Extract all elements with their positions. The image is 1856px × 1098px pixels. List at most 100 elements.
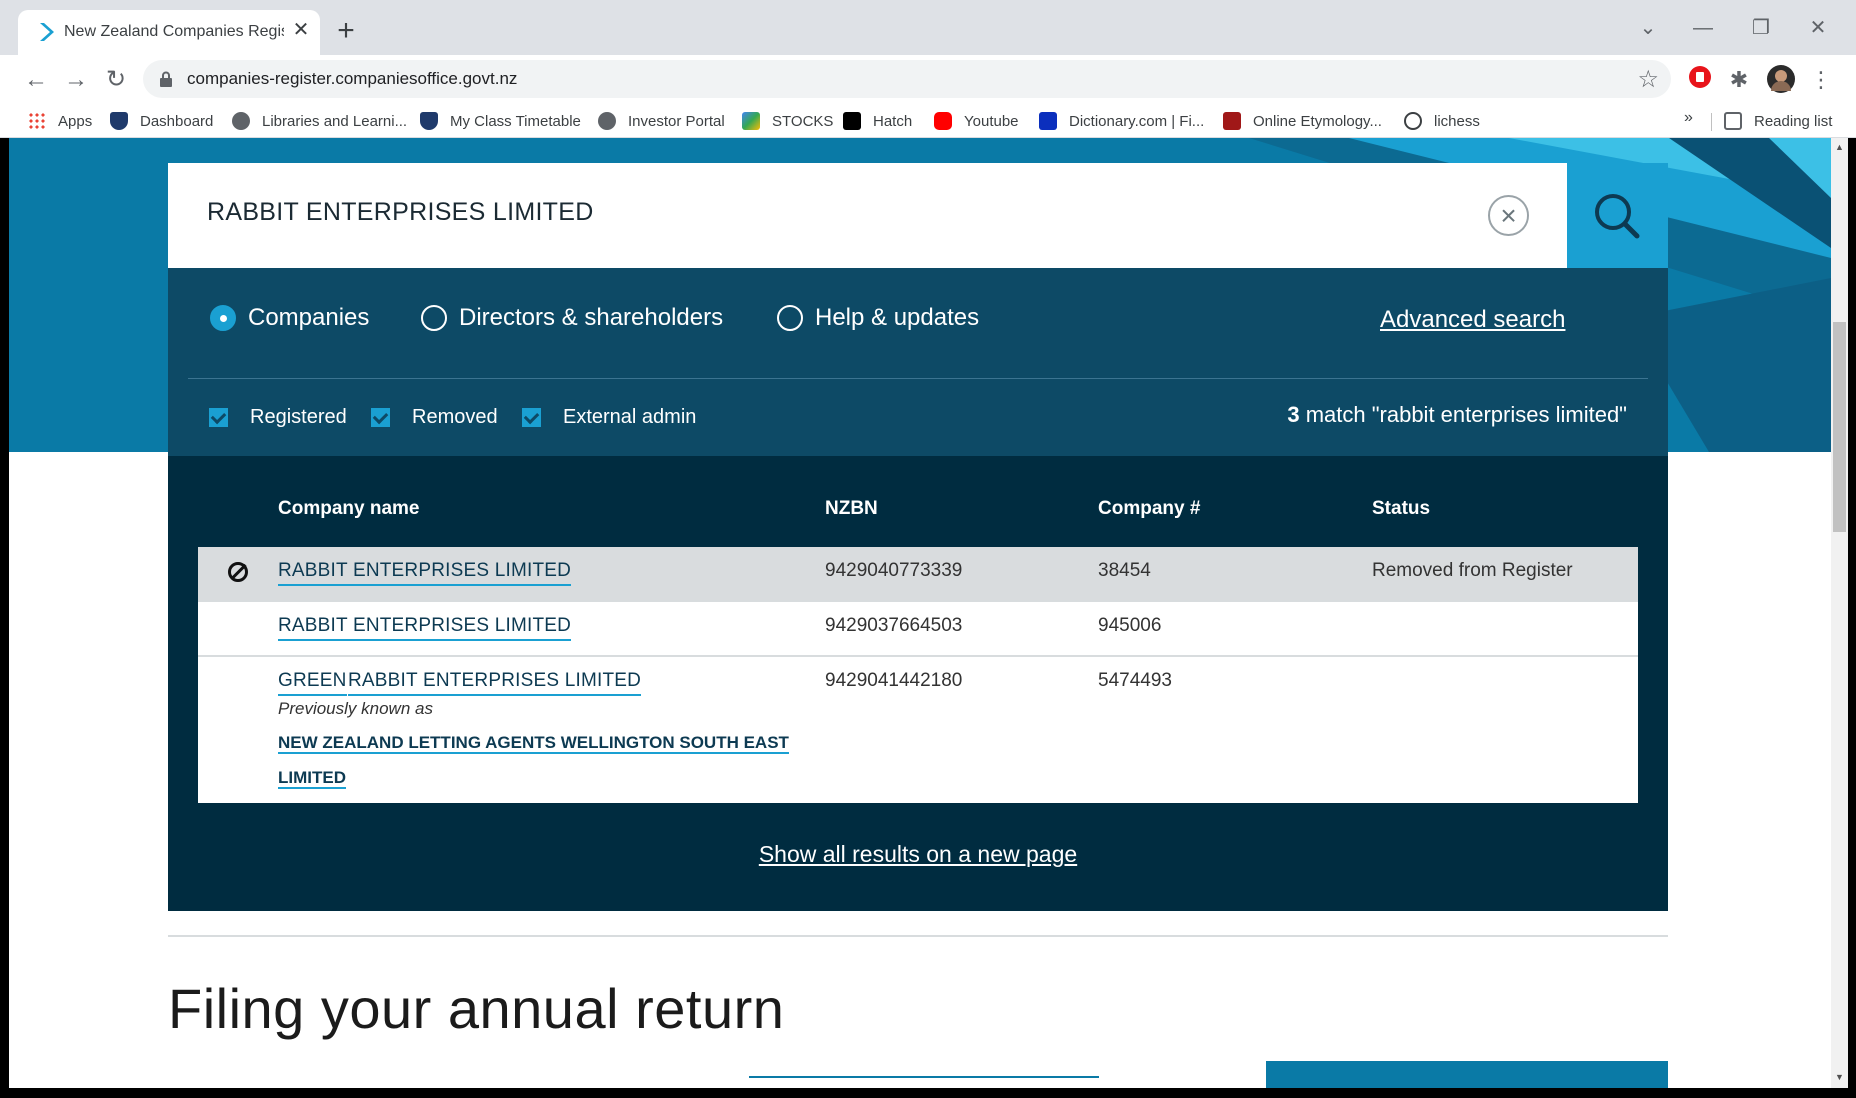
table-row[interactable]: RABBIT ENTERPRISES LIMITED 9429040773339…	[198, 547, 1638, 602]
search-input[interactable]: RABBIT ENTERPRISES LIMITED	[207, 198, 594, 227]
globe-icon	[598, 112, 616, 130]
partial-button[interactable]	[1266, 1061, 1668, 1088]
reading-list-icon	[1724, 112, 1742, 130]
shield-icon	[420, 112, 438, 130]
checkbox-removed[interactable]: Removed	[371, 406, 498, 429]
profile-avatar[interactable]	[1766, 65, 1796, 95]
close-window-icon[interactable]: ✕	[1798, 14, 1838, 42]
search-button[interactable]	[1567, 163, 1668, 268]
radio-directors-shareholders[interactable]: Directors & shareholders	[421, 304, 723, 332]
company-number-cell: 945006	[1098, 615, 1162, 636]
search-filters: Companies Directors & shareholders Help …	[168, 268, 1668, 456]
companies-office-favicon-icon	[40, 23, 54, 41]
results-table: RABBIT ENTERPRISES LIMITED 9429040773339…	[198, 547, 1638, 803]
page-scrollbar[interactable]: ▲ ▼	[1831, 138, 1848, 1088]
results-panel: Company name NZBN Company # Status RABBI…	[168, 456, 1668, 911]
company-name-prefix: GREEN	[278, 670, 347, 696]
company-name-link[interactable]: RABBIT ENTERPRISES LIMITED	[278, 615, 572, 641]
table-row[interactable]: RABBIT ENTERPRISES LIMITED 9429037664503…	[198, 602, 1638, 657]
company-name-link[interactable]: RABBIT ENTERPRISES LIMITED	[348, 670, 642, 696]
bookmarks-overflow-icon[interactable]: »	[1684, 109, 1693, 127]
bookmarks-divider	[1711, 113, 1712, 131]
extensions-puzzle-icon[interactable]: ✱	[1724, 65, 1754, 95]
header-company-number: Company #	[1098, 498, 1201, 519]
restore-icon[interactable]: ❐	[1741, 14, 1781, 42]
checkbox-registered[interactable]: Registered	[209, 406, 347, 429]
nzbn-cell: 9429040773339	[825, 560, 963, 581]
tab-title: New Zealand Companies Register	[64, 23, 284, 40]
shield-icon	[110, 112, 128, 130]
section-title: Filing your annual return	[168, 977, 785, 1040]
header-nzbn: NZBN	[825, 498, 878, 519]
section-divider	[168, 935, 1668, 937]
bookmark-investor-portal[interactable]: Investor Portal	[598, 109, 725, 133]
nzbn-cell: 9429037664503	[825, 615, 963, 636]
bookmark-hatch[interactable]: Hatch	[843, 109, 912, 133]
company-number-cell: 5474493	[1098, 670, 1172, 691]
search-icon	[1595, 194, 1640, 239]
company-number-cell: 38454	[1098, 560, 1151, 581]
advanced-search-link[interactable]: Advanced search	[1380, 306, 1565, 334]
lichess-icon	[1404, 112, 1422, 130]
youtube-icon	[934, 112, 952, 130]
bookmark-apps[interactable]: Apps	[28, 109, 92, 133]
header-status: Status	[1372, 498, 1431, 519]
bookmark-libraries[interactable]: Libraries and Learni...	[232, 109, 407, 133]
radio-unselected-icon	[777, 305, 803, 331]
nzbn-cell: 9429041442180	[825, 670, 963, 691]
new-tab-button[interactable]: +	[330, 16, 362, 48]
bookmark-timetable[interactable]: My Class Timetable	[420, 109, 581, 133]
browser-chrome: New Zealand Companies Register ✕ + ⌄ — ❐…	[0, 0, 1856, 138]
apps-grid-icon	[28, 112, 46, 130]
dictionary-icon	[1039, 112, 1057, 130]
radio-selected-icon	[210, 305, 236, 331]
scrollbar-thumb[interactable]	[1833, 322, 1846, 532]
bookmark-dictionary[interactable]: Dictionary.com | Fi...	[1039, 109, 1204, 133]
bookmark-dashboard[interactable]: Dashboard	[110, 109, 213, 133]
radio-unselected-icon	[421, 305, 447, 331]
checkbox-checked-icon	[371, 408, 390, 427]
previously-known-label: Previously known as	[278, 699, 433, 718]
bookmark-star-icon[interactable]: ☆	[1637, 65, 1659, 94]
search-bar: RABBIT ENTERPRISES LIMITED ×	[168, 163, 1668, 268]
partial-link[interactable]	[749, 1076, 1099, 1088]
reload-icon[interactable]: ↻	[99, 63, 133, 97]
removed-status-icon	[228, 562, 248, 582]
minimize-icon[interactable]: —	[1683, 14, 1723, 42]
checkbox-checked-icon	[522, 408, 541, 427]
radio-help-updates[interactable]: Help & updates	[777, 304, 979, 332]
bookmark-etymology[interactable]: Online Etymology...	[1223, 109, 1382, 133]
tab-strip: New Zealand Companies Register ✕ + ⌄ — ❐…	[0, 0, 1856, 55]
bookmark-lichess[interactable]: lichess	[1404, 109, 1480, 133]
hatch-icon	[843, 112, 861, 130]
url-text: companies-register.companiesoffice.govt.…	[187, 69, 518, 88]
header-company-name: Company name	[278, 498, 420, 519]
bookmark-stocks[interactable]: STOCKS	[742, 109, 833, 133]
filters-divider	[188, 378, 1648, 379]
reading-list-button[interactable]: Reading list	[1724, 109, 1832, 133]
match-count-text: 3 match "rabbit enterprises limited"	[1287, 402, 1627, 427]
browser-menu-icon[interactable]: ⋮	[1806, 65, 1836, 95]
etymology-icon	[1223, 112, 1241, 130]
tab-close-icon[interactable]: ✕	[289, 18, 313, 42]
checkbox-external-admin[interactable]: External admin	[522, 406, 696, 429]
globe-icon	[232, 112, 250, 130]
company-name-link[interactable]: RABBIT ENTERPRISES LIMITED	[278, 560, 572, 586]
clear-search-icon[interactable]: ×	[1488, 195, 1529, 236]
chart-icon	[742, 112, 760, 130]
radio-companies[interactable]: Companies	[210, 304, 369, 332]
address-bar[interactable]: companies-register.companiesoffice.govt.…	[143, 60, 1671, 98]
bookmark-youtube[interactable]: Youtube	[934, 109, 1019, 133]
checkbox-checked-icon	[209, 408, 228, 427]
forward-arrow-icon[interactable]: →	[59, 63, 93, 97]
previous-name[interactable]: NEW ZEALAND LETTING AGENTS WELLINGTON SO…	[278, 725, 798, 795]
scroll-up-arrow-icon[interactable]: ▲	[1835, 142, 1844, 152]
back-arrow-icon[interactable]: ←	[19, 63, 53, 97]
show-all-results-link[interactable]: Show all results on a new page	[168, 841, 1668, 868]
browser-tab[interactable]: New Zealand Companies Register ✕	[18, 10, 320, 55]
adblock-extension-icon[interactable]	[1685, 65, 1715, 95]
table-row[interactable]: GREEN RABBIT ENTERPRISES LIMITED Previou…	[198, 657, 1638, 803]
lock-icon	[160, 71, 172, 87]
scroll-down-arrow-icon[interactable]: ▼	[1835, 1072, 1844, 1082]
tab-search-icon[interactable]: ⌄	[1628, 14, 1668, 42]
